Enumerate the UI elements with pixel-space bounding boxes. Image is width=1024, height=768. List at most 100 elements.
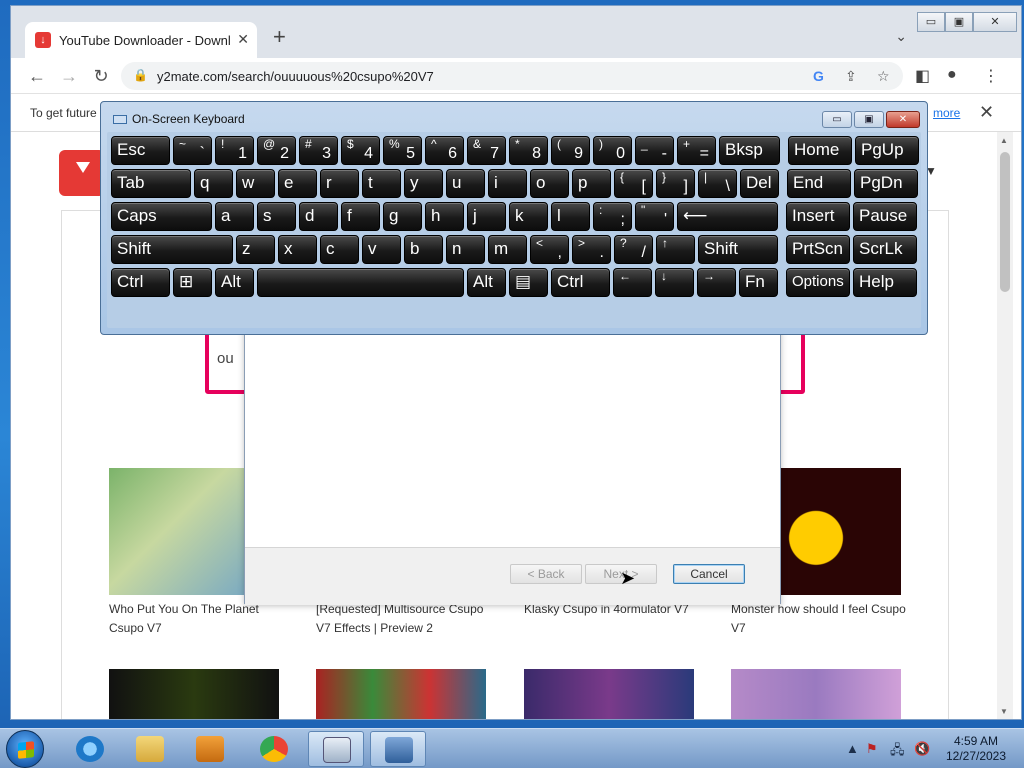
video-title[interactable]: [Requested] Multisource Csupo V7 Effects… [316, 600, 492, 638]
key-c[interactable]: c [320, 235, 359, 264]
file-explorer-taskbar-button[interactable] [122, 731, 178, 767]
key-symbol[interactable]: ▤ [509, 268, 548, 297]
key-symbol[interactable]: ^ 6 [425, 136, 464, 165]
profile-avatar-icon[interactable]: ● [947, 66, 957, 84]
internet-explorer-taskbar-button[interactable] [62, 731, 118, 767]
key-t[interactable]: t [362, 169, 401, 198]
key-prtscn[interactable]: PrtScn [786, 235, 850, 264]
key-y[interactable]: y [404, 169, 443, 198]
video-thumbnail[interactable] [731, 669, 901, 719]
new-tab-button[interactable]: + [273, 24, 286, 50]
key-pause[interactable]: Pause [853, 202, 917, 231]
key-d[interactable]: d [299, 202, 338, 231]
key-options[interactable]: Options [786, 268, 850, 297]
key-o[interactable]: o [530, 169, 569, 198]
key-symbol[interactable]: :; [593, 202, 632, 231]
key-pgdn[interactable]: PgDn [854, 169, 918, 198]
url-text[interactable]: y2mate.com/search/ouuuuous%20csupo%20V7 [157, 69, 434, 84]
key-symbol[interactable]: {[ [614, 169, 653, 198]
key-s[interactable]: s [257, 202, 296, 231]
close-window-button[interactable]: ✕ [973, 12, 1017, 32]
key-q[interactable]: q [194, 169, 233, 198]
on-screen-keyboard-taskbar-button[interactable] [308, 731, 364, 767]
network-icon[interactable]: 🖧 [890, 741, 905, 763]
reload-icon[interactable]: ↻ [89, 64, 113, 88]
setup-taskbar-button[interactable] [370, 731, 426, 767]
osk-close-button[interactable]: ✕ [886, 111, 920, 128]
key-p[interactable]: p [572, 169, 611, 198]
key-symbol[interactable]: & 7 [467, 136, 506, 165]
key-insert[interactable]: Insert [786, 202, 850, 231]
key-m[interactable]: m [488, 235, 527, 264]
key-v[interactable]: v [362, 235, 401, 264]
key-a[interactable]: a [215, 202, 254, 231]
osk-minimize-button[interactable]: ▭ [822, 111, 852, 128]
key-caps[interactable]: Caps [111, 202, 212, 231]
address-bar[interactable]: 🔒 y2mate.com/search/ouuuuous%20csupo%20V… [121, 62, 903, 90]
y2mate-logo-icon[interactable] [59, 150, 105, 196]
key-symbol[interactable]: * 8 [509, 136, 548, 165]
key-symbol[interactable]: " ' [635, 202, 674, 231]
back-arrow-icon[interactable]: ← [25, 64, 49, 88]
key-ctrl[interactable]: Ctrl [551, 268, 610, 297]
key-f[interactable]: f [341, 202, 380, 231]
key-j[interactable]: j [467, 202, 506, 231]
key-symbol[interactable]: ↑ [656, 235, 695, 264]
key-symbol[interactable]: @2 [257, 136, 296, 165]
key-l[interactable]: l [551, 202, 590, 231]
google-lens-icon[interactable]: G [813, 68, 824, 84]
key-shift[interactable]: Shift [111, 235, 233, 264]
key-symbol[interactable]: ⊞ [173, 268, 212, 297]
chrome-taskbar-button[interactable] [246, 731, 302, 767]
key-shift[interactable]: Shift [698, 235, 778, 264]
key-e[interactable]: e [278, 169, 317, 198]
volume-muted-icon[interactable]: 🔇 [914, 741, 930, 757]
key-alt[interactable]: Alt [467, 268, 506, 297]
key-i[interactable]: i [488, 169, 527, 198]
key-n[interactable]: n [446, 235, 485, 264]
media-player-taskbar-button[interactable] [182, 731, 238, 767]
key-pgup[interactable]: PgUp [855, 136, 919, 165]
key-symbol[interactable]: ! 1 [215, 136, 254, 165]
minimize-button[interactable]: ▭ [917, 12, 945, 32]
key-symbol[interactable]: | \ [698, 169, 737, 198]
restore-button[interactable]: ▣ [945, 12, 973, 32]
key-symbol[interactable]: ~ ` [173, 136, 212, 165]
key-symbol[interactable]: ← [613, 268, 652, 297]
key-bksp[interactable]: Bksp [719, 136, 780, 165]
key-symbol[interactable]: + = [677, 136, 716, 165]
video-title[interactable]: Who Put You On The Planet Csupo V7 [109, 600, 285, 638]
key-k[interactable]: k [509, 202, 548, 231]
learn-more-link[interactable]: more [933, 106, 960, 120]
key-help[interactable]: Help [853, 268, 917, 297]
video-thumbnail[interactable] [316, 669, 486, 719]
key-symbol[interactable]: $4 [341, 136, 380, 165]
key-ctrl[interactable]: Ctrl [111, 268, 170, 297]
key-del[interactable]: Del [740, 169, 779, 198]
key-symbol[interactable]: }] [656, 169, 695, 198]
key-symbol[interactable]: <, [530, 235, 569, 264]
menu-kebab-icon[interactable]: ⋮ [983, 66, 999, 86]
video-thumbnail[interactable] [109, 669, 279, 719]
side-panel-icon[interactable]: ◧ [915, 66, 930, 86]
key-symbol[interactable]: _ - [635, 136, 674, 165]
key-space[interactable] [257, 268, 464, 297]
key-symbol[interactable]: ⟵ [677, 202, 778, 231]
key-z[interactable]: z [236, 235, 275, 264]
key-r[interactable]: r [320, 169, 359, 198]
action-center-flag-icon[interactable]: ⚑ [866, 741, 878, 757]
key-end[interactable]: End [787, 169, 851, 198]
key-symbol[interactable]: % 5 [383, 136, 422, 165]
key-u[interactable]: u [446, 169, 485, 198]
osk-restore-button[interactable]: ▣ [854, 111, 884, 128]
system-clock[interactable]: 4:59 AM 12/27/2023 [944, 734, 1008, 764]
forward-arrow-icon[interactable]: → [57, 64, 81, 88]
key-symbol[interactable]: ↓ [655, 268, 694, 297]
video-thumbnail[interactable] [524, 669, 694, 719]
key-symbol[interactable]: ) 0 [593, 136, 632, 165]
key-x[interactable]: x [278, 235, 317, 264]
scroll-down-arrow-icon[interactable]: ▼ [1000, 707, 1008, 716]
key-fn[interactable]: Fn [739, 268, 778, 297]
back-button[interactable]: < Back [510, 564, 582, 584]
tab-close-icon[interactable]: ✕ [237, 31, 249, 48]
